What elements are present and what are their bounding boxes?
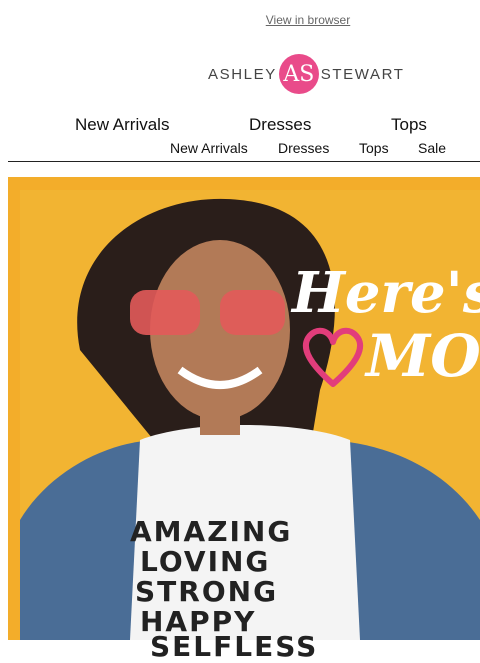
logo-mark-icon: AS bbox=[278, 54, 319, 94]
shirt-word-1: AMAZING bbox=[130, 515, 293, 548]
hero-headline-2: MO bbox=[366, 322, 480, 390]
subnav-item-sale[interactable]: Sale bbox=[418, 140, 446, 156]
view-in-browser-link[interactable]: View in browser bbox=[0, 13, 480, 27]
nav-item-new-arrivals[interactable]: New Arrivals bbox=[75, 115, 169, 135]
secondary-nav: New Arrivals Dresses Tops Sale bbox=[0, 140, 480, 158]
shirt-word-2: LOVING bbox=[140, 545, 271, 578]
nav-item-tops[interactable]: Tops bbox=[391, 115, 427, 135]
shirt-word-5: SELFLESS bbox=[150, 630, 319, 663]
heart-icon bbox=[302, 327, 364, 387]
nav-divider bbox=[8, 161, 480, 162]
nav-item-dresses[interactable]: Dresses bbox=[249, 115, 311, 135]
hero-headline: Here's bbox=[292, 260, 480, 326]
logo-text-right: STEWART bbox=[320, 65, 405, 83]
brand-logo[interactable]: ASHLEY AS STEWART bbox=[208, 54, 408, 94]
logo-text-left: ASHLEY bbox=[208, 65, 277, 83]
subnav-item-tops[interactable]: Tops bbox=[359, 140, 389, 156]
subnav-item-new-arrivals[interactable]: New Arrivals bbox=[170, 140, 248, 156]
primary-nav: New Arrivals Dresses Tops bbox=[0, 115, 480, 135]
subnav-item-dresses[interactable]: Dresses bbox=[278, 140, 329, 156]
shirt-word-3: STRONG bbox=[135, 575, 279, 608]
